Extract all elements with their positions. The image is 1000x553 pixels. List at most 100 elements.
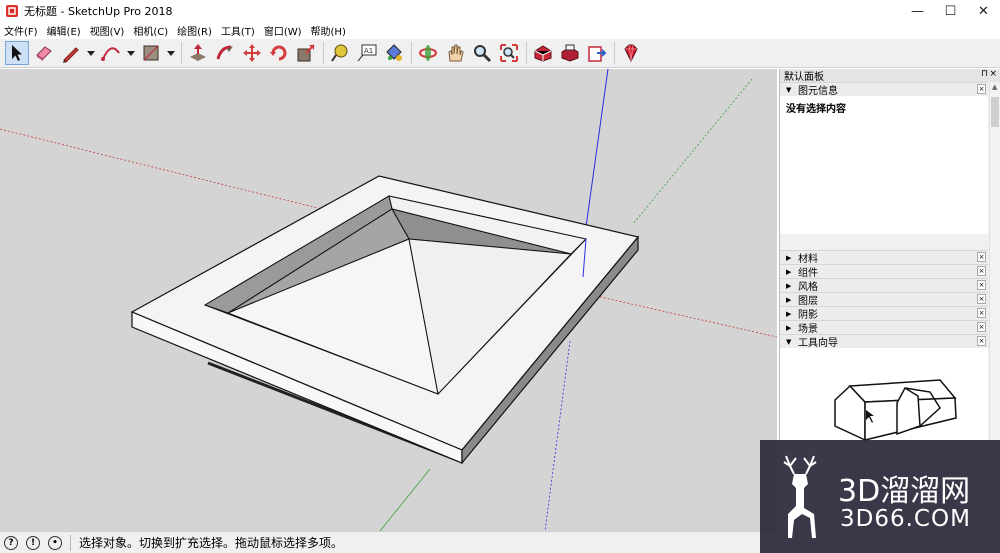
menu-bar: 文件(F) 编辑(E) 视图(V) 相机(C) 绘图(R) 工具(T) 窗口(W… <box>0 22 1000 39</box>
tray-styles[interactable]: ▶ 风格 × <box>780 278 988 293</box>
green-axis-lower <box>379 468 431 531</box>
tray-components[interactable]: ▶ 组件 × <box>780 264 988 279</box>
arc-dropdown-arrow[interactable] <box>126 41 136 65</box>
follow-me-button[interactable] <box>213 41 237 65</box>
tray-materials[interactable]: ▶ 材料 × <box>780 250 988 265</box>
expanded-triangle-icon: ▼ <box>786 85 792 94</box>
tray-layers[interactable]: ▶ 图层 × <box>780 292 988 307</box>
tray-close-icon[interactable]: × <box>977 266 986 276</box>
model-scene[interactable] <box>0 69 777 531</box>
toolbar-separator <box>411 42 412 64</box>
panel-title: 默认面板 <box>784 72 824 83</box>
zoom-button[interactable] <box>470 41 494 65</box>
tray-label: 图层 <box>798 296 818 307</box>
model-viewport[interactable] <box>0 69 777 531</box>
zoom-extents-icon <box>500 44 518 62</box>
orbit-icon <box>419 45 437 61</box>
tray-shadows[interactable]: ▶ 阴影 × <box>780 306 988 321</box>
menu-view[interactable]: 视图(V) <box>90 23 130 38</box>
paint-bucket-icon <box>386 44 402 61</box>
credits-icon[interactable]: ! <box>26 535 40 550</box>
entity-info-body: 没有选择内容 <box>780 96 988 234</box>
paint-bucket-button[interactable] <box>382 41 406 65</box>
arc-button[interactable] <box>99 41 123 65</box>
panel-close-icon[interactable]: × <box>989 69 997 79</box>
rotate-button[interactable] <box>267 41 291 65</box>
deer-logo-icon <box>783 455 817 538</box>
push-pull-button[interactable] <box>186 41 210 65</box>
move-icon <box>243 44 261 62</box>
menu-file[interactable]: 文件(F) <box>4 23 43 38</box>
tray-scenes[interactable]: ▶ 场景 × <box>780 320 988 335</box>
menu-camera[interactable]: 相机(C) <box>133 23 173 38</box>
tray-close-icon[interactable]: × <box>977 294 986 304</box>
toolbar-separator <box>181 42 182 64</box>
tray-close-icon[interactable]: × <box>977 336 986 346</box>
maximize-button[interactable]: ☐ <box>934 0 967 22</box>
eraser-button[interactable] <box>32 41 56 65</box>
toolbar-separator <box>323 42 324 64</box>
zoom-extents-button[interactable] <box>497 41 521 65</box>
minimize-button[interactable]: — <box>901 0 934 22</box>
select-button[interactable] <box>5 41 29 65</box>
shape-dropdown-arrow[interactable] <box>166 41 176 65</box>
collapsed-triangle-icon: ▶ <box>786 309 792 318</box>
scroll-up-arrow-icon[interactable]: ▲ <box>992 83 997 91</box>
tray-close-icon[interactable]: × <box>977 322 986 332</box>
user-account-icon[interactable]: • <box>48 535 62 550</box>
menu-tools[interactable]: 工具(T) <box>221 23 260 38</box>
geo-location-icon[interactable]: ? <box>4 535 18 550</box>
tray-entity-info[interactable]: ▼ 图元信息 × <box>780 82 988 97</box>
blue-axis <box>584 69 609 235</box>
red-axis <box>595 295 777 338</box>
rectangle-button[interactable] <box>139 41 163 65</box>
expanded-triangle-icon: ▼ <box>786 337 792 346</box>
tray-label: 风格 <box>798 282 818 293</box>
rotate-icon <box>270 45 287 61</box>
collapsed-triangle-icon: ▶ <box>786 281 792 290</box>
tray-instructor[interactable]: ▼ 工具向导 × <box>780 334 988 349</box>
watermark-overlay: 3D溜溜网 3D66.COM <box>760 440 1000 553</box>
tray-close-icon[interactable]: × <box>977 308 986 318</box>
pan-button[interactable] <box>443 41 467 65</box>
tray-label: 阴影 <box>798 310 818 321</box>
tape-measure-icon <box>331 44 348 62</box>
watermark-main-text: 3D溜溜网 <box>838 474 971 509</box>
send-to-layout-icon <box>588 46 607 62</box>
svg-text:A1: A1 <box>364 47 373 55</box>
collapsed-triangle-icon: ▶ <box>786 267 792 276</box>
text-button[interactable]: A1 <box>355 41 379 65</box>
send-to-layout-button[interactable] <box>585 41 609 65</box>
close-button[interactable]: ✕ <box>967 0 1000 22</box>
menu-edit[interactable]: 编辑(E) <box>47 23 86 38</box>
follow-me-icon <box>216 45 233 60</box>
tray-close-icon[interactable]: × <box>977 252 986 262</box>
orbit-button[interactable] <box>416 41 440 65</box>
scale-button[interactable] <box>294 41 318 65</box>
pan-icon <box>448 44 464 62</box>
tape-measure-button[interactable] <box>328 41 352 65</box>
line-button[interactable] <box>59 41 83 65</box>
window-title: 无标题 - SketchUp Pro 2018 <box>24 5 173 18</box>
tray-label: 图元信息 <box>798 86 838 97</box>
text-icon: A1 <box>357 44 377 62</box>
tray-close-icon[interactable]: × <box>977 84 986 94</box>
pin-icon[interactable]: ⊓ <box>981 69 988 79</box>
pencil-line-icon <box>63 47 79 63</box>
tray-close-icon[interactable]: × <box>977 280 986 290</box>
collapsed-triangle-icon: ▶ <box>786 253 792 262</box>
line-dropdown-arrow[interactable] <box>86 41 96 65</box>
collapsed-triangle-icon: ▶ <box>786 323 792 332</box>
eraser-icon <box>36 46 52 61</box>
move-button[interactable] <box>240 41 264 65</box>
menu-draw[interactable]: 绘图(R) <box>177 23 217 38</box>
3d-warehouse-button[interactable] <box>531 41 555 65</box>
menu-help[interactable]: 帮助(H) <box>311 23 351 38</box>
toolbar-separator <box>614 42 615 64</box>
scroll-thumb[interactable] <box>991 97 999 127</box>
green-axis <box>632 78 753 225</box>
extension-warehouse-button[interactable] <box>558 41 582 65</box>
menu-window[interactable]: 窗口(W) <box>264 23 307 38</box>
tray-label: 组件 <box>798 268 818 279</box>
ruby-console-button[interactable] <box>619 41 643 65</box>
